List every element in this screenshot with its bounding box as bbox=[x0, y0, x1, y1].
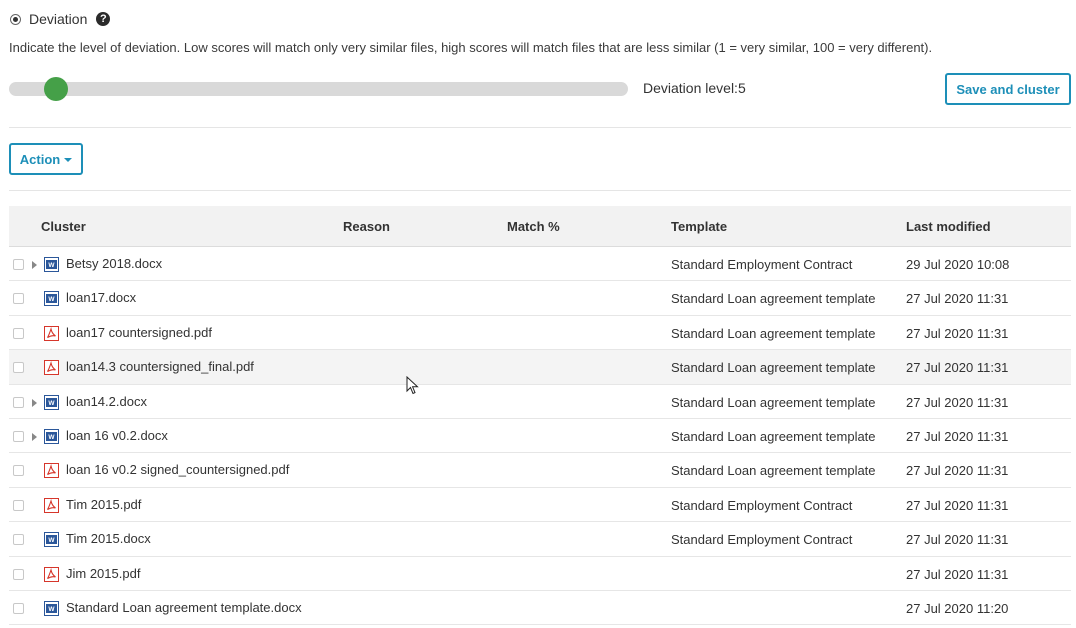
word-icon: W bbox=[44, 257, 59, 272]
table-row[interactable]: W Tim 2015.docx Standard Employment Contra… bbox=[9, 522, 1071, 557]
pdf-icon bbox=[44, 325, 59, 341]
row-last-modified: 27 Jul 2020 11:20 bbox=[906, 600, 1009, 616]
divider bbox=[9, 127, 1071, 128]
svg-text:W: W bbox=[48, 297, 55, 304]
deviation-slider-handle[interactable] bbox=[44, 77, 68, 101]
row-checkbox[interactable] bbox=[13, 602, 24, 614]
expand-triangle-icon[interactable] bbox=[32, 398, 37, 407]
svg-text:W: W bbox=[48, 262, 55, 269]
pdf-icon bbox=[44, 566, 59, 582]
deviation-slider-track[interactable] bbox=[9, 82, 628, 96]
pdf-icon bbox=[44, 360, 59, 376]
file-name[interactable]: Betsy 2018.docx bbox=[66, 256, 162, 271]
file-name[interactable]: Jim 2015.pdf bbox=[66, 566, 140, 581]
row-last-modified: 27 Jul 2020 11:31 bbox=[906, 360, 1009, 376]
row-checkbox[interactable] bbox=[13, 362, 24, 374]
table-row[interactable]: loan 16 v0.2 signed_countersigned.pdf Sta… bbox=[9, 453, 1071, 488]
row-last-modified: 29 Jul 2020 10:08 bbox=[906, 257, 1010, 272]
table-body: W Betsy 2018.docx Standard Employment Cont… bbox=[9, 247, 1071, 626]
row-last-modified: 27 Jul 2020 11:31 bbox=[906, 532, 1009, 548]
column-header-match[interactable]: Match % bbox=[507, 219, 560, 234]
svg-text:W: W bbox=[48, 606, 55, 613]
row-template: Standard Loan agreement template bbox=[671, 394, 876, 410]
expand-triangle-icon[interactable] bbox=[32, 432, 37, 441]
row-last-modified: 27 Jul 2020 11:31 bbox=[906, 394, 1009, 410]
action-dropdown-button[interactable]: Action bbox=[9, 143, 83, 175]
row-checkbox[interactable] bbox=[13, 396, 24, 408]
row-template: Standard Loan agreement template bbox=[671, 428, 876, 444]
file-name[interactable]: loan 16 v0.2 signed_countersigned.pdf bbox=[66, 462, 289, 477]
divider bbox=[9, 190, 1071, 191]
row-checkbox[interactable] bbox=[13, 465, 24, 477]
svg-text:W: W bbox=[48, 537, 55, 544]
row-checkbox[interactable] bbox=[13, 568, 24, 580]
mouse-cursor-icon bbox=[406, 376, 419, 395]
row-checkbox[interactable] bbox=[13, 259, 24, 270]
help-icon[interactable]: ? bbox=[96, 12, 111, 26]
row-checkbox[interactable] bbox=[13, 499, 24, 511]
table-row[interactable]: W Betsy 2018.docx Standard Employment Cont… bbox=[9, 247, 1071, 282]
file-name[interactable]: loan14.2.docx bbox=[66, 394, 147, 409]
cluster-table: Cluster Reason Match % Template Last mod… bbox=[9, 206, 1071, 626]
word-icon: W bbox=[44, 394, 59, 410]
deviation-level-readout: Deviation level:5 bbox=[643, 80, 746, 96]
deviation-description: Indicate the level of deviation. Low sco… bbox=[9, 40, 933, 55]
row-template: Standard Loan agreement template bbox=[671, 291, 876, 307]
svg-text:W: W bbox=[48, 400, 55, 407]
caret-down-icon bbox=[64, 158, 73, 162]
row-template: Standard Loan agreement template bbox=[671, 463, 876, 479]
column-header-reason[interactable]: Reason bbox=[343, 219, 390, 234]
file-name[interactable]: Tim 2015.docx bbox=[66, 531, 151, 546]
row-last-modified: 27 Jul 2020 11:31 bbox=[906, 428, 1009, 444]
row-template: Standard Loan agreement template bbox=[671, 325, 876, 341]
pdf-icon bbox=[44, 497, 59, 513]
save-and-cluster-button[interactable]: Save and cluster bbox=[945, 73, 1071, 105]
table-row[interactable]: Wloan 16 v0.2.docx Standard Loan agreemen… bbox=[9, 419, 1071, 454]
word-icon: W bbox=[44, 600, 59, 616]
row-template: Standard Loan agreement template bbox=[671, 360, 876, 376]
table-row[interactable]: Tim 2015.pdf Standard Employment Contract… bbox=[9, 488, 1071, 523]
row-last-modified: 27 Jul 2020 11:31 bbox=[906, 566, 1009, 582]
row-checkbox[interactable] bbox=[13, 430, 24, 442]
file-name[interactable]: loan14.3 countersigned_final.pdf bbox=[66, 359, 254, 374]
radio-selected-dot bbox=[13, 16, 18, 22]
column-header-cluster[interactable]: Cluster bbox=[41, 219, 86, 234]
column-header-last-modified[interactable]: Last modified bbox=[906, 219, 991, 234]
deviation-label: Deviation bbox=[29, 11, 88, 27]
row-checkbox[interactable] bbox=[13, 534, 24, 546]
word-icon: W bbox=[44, 532, 59, 548]
file-name[interactable]: loan17.docx bbox=[66, 290, 136, 305]
file-name[interactable]: Standard Loan agreement template.docx bbox=[66, 600, 302, 615]
expand-triangle-icon[interactable] bbox=[32, 261, 37, 269]
deviation-radio[interactable] bbox=[10, 13, 21, 25]
pdf-icon bbox=[44, 463, 59, 479]
row-checkbox[interactable] bbox=[13, 293, 24, 305]
table-row[interactable]: loan14.3 countersigned_final.pdf Standard… bbox=[9, 350, 1071, 385]
column-header-template[interactable]: Template bbox=[671, 219, 727, 234]
file-name[interactable]: Tim 2015.pdf bbox=[66, 497, 141, 512]
row-template: Standard Employment Contract bbox=[671, 257, 853, 272]
row-checkbox[interactable] bbox=[13, 327, 24, 339]
table-header: Cluster Reason Match % Template Last mod… bbox=[9, 206, 1071, 247]
row-template: Standard Employment Contract bbox=[671, 532, 853, 548]
row-last-modified: 27 Jul 2020 11:31 bbox=[906, 497, 1009, 513]
table-row[interactable]: Jim 2015.pdf 27 Jul 2020 11:31 bbox=[9, 557, 1071, 591]
row-last-modified: 27 Jul 2020 11:31 bbox=[906, 463, 1009, 479]
row-template: Standard Employment Contract bbox=[671, 497, 853, 513]
file-name[interactable]: loan17 countersigned.pdf bbox=[66, 325, 212, 340]
word-icon: W bbox=[44, 428, 59, 444]
row-last-modified: 27 Jul 2020 11:31 bbox=[906, 291, 1009, 307]
table-row[interactable]: Wloan17.docx Standard Loan agreement temp… bbox=[9, 281, 1071, 316]
file-name[interactable]: loan 16 v0.2.docx bbox=[66, 428, 168, 443]
deviation-option[interactable]: Deviation ? bbox=[10, 10, 111, 28]
table-row[interactable]: W Standard Loan agreement template.docx 27… bbox=[9, 591, 1071, 626]
word-icon: W bbox=[44, 291, 59, 307]
table-row[interactable]: Wloan14.2.docx Standard Loan agreement te… bbox=[9, 385, 1071, 419]
svg-text:W: W bbox=[48, 434, 55, 441]
table-row[interactable]: loan17 countersigned.pdf Standard Loan ag… bbox=[9, 316, 1071, 351]
row-last-modified: 27 Jul 2020 11:31 bbox=[906, 325, 1009, 341]
action-button-label: Action bbox=[19, 151, 61, 167]
